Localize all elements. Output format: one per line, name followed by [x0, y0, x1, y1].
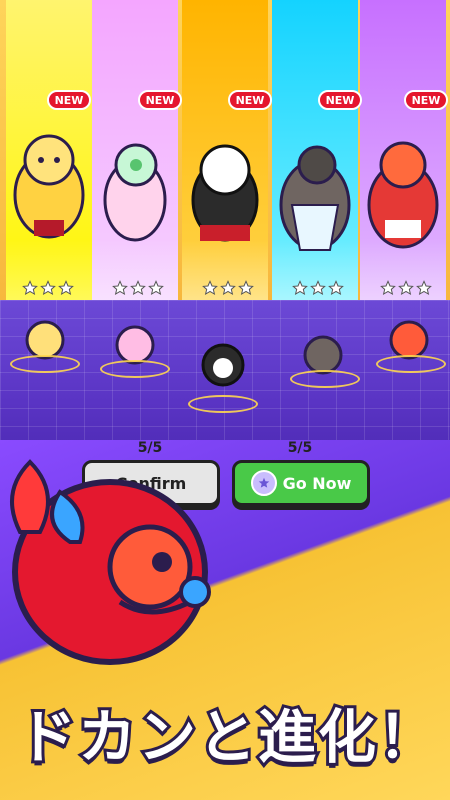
star-icon: [238, 280, 254, 296]
game-screen: NEW NEW NEW NEW NEW 5/5 5/5 Confirm Go N…: [0, 0, 450, 800]
black-dog-monster[interactable]: [182, 110, 268, 270]
star-icon: [202, 280, 218, 296]
star-icon: [398, 280, 414, 296]
star-icon: [148, 280, 164, 296]
star-icon: [130, 280, 146, 296]
summon-ring-3: [188, 395, 258, 413]
star-icon: [292, 280, 308, 296]
star-rating-3: [198, 280, 258, 298]
star-rating-5: [376, 280, 436, 298]
yellow-fox-monster[interactable]: [6, 110, 92, 270]
small-dog-monster[interactable]: [198, 340, 248, 390]
summon-ring-2: [100, 360, 170, 378]
star-icon: [220, 280, 236, 296]
star-rating-2: [108, 280, 168, 298]
star-icon: [310, 280, 326, 296]
star-icon: [58, 280, 74, 296]
star-icon: [22, 280, 38, 296]
summon-ring-5: [376, 355, 446, 373]
new-badge-1: NEW: [47, 90, 91, 110]
pink-lizard-monster[interactable]: [92, 110, 178, 270]
go-now-button[interactable]: Go Now: [232, 460, 370, 506]
star-icon: [416, 280, 432, 296]
star-rating-4: [288, 280, 348, 298]
go-now-label: Go Now: [282, 473, 352, 493]
new-badge-4: NEW: [318, 90, 362, 110]
summon-ring-1: [10, 355, 80, 373]
star-icon: [328, 280, 344, 296]
dragon-monster[interactable]: [272, 110, 358, 270]
red-fox-monster[interactable]: [360, 110, 446, 270]
star-icon: [112, 280, 128, 296]
star-icon: [380, 280, 396, 296]
featured-dragon: [10, 459, 211, 665]
star-rating-1: [18, 280, 78, 298]
progress-count-right: 5/5: [287, 440, 313, 456]
new-badge-5: NEW: [404, 90, 448, 110]
star-icon: [40, 280, 56, 296]
headline-text: ドカンと進化！: [15, 700, 439, 774]
new-badge-2: NEW: [138, 90, 182, 110]
new-badge-3: NEW: [228, 90, 272, 110]
summon-ring-4: [290, 370, 360, 388]
evolve-icon: [250, 470, 277, 496]
